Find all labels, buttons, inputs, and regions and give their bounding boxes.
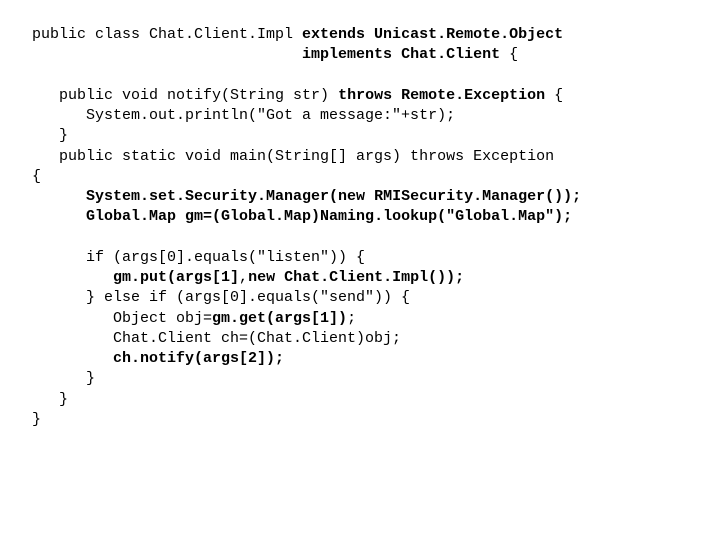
code-line: {	[32, 168, 41, 185]
code-line: }	[32, 411, 41, 428]
code-line: }	[32, 391, 68, 408]
code-line: if (args[0].equals("listen")) {	[32, 249, 365, 266]
code-line: } else if (args[0].equals("send")) {	[32, 289, 410, 306]
code-line: Chat.Client ch=(Chat.Client)obj;	[32, 330, 401, 347]
code-line: }	[32, 370, 95, 387]
code-line: System.set.Security.Manager(new RMISecur…	[32, 188, 581, 205]
code-line: }	[32, 127, 68, 144]
code-line: public static void main(String[] args) t…	[32, 148, 554, 165]
code-line: Global.Map gm=(Global.Map)Naming.lookup(…	[32, 208, 572, 225]
code-line: implements Chat.Client {	[32, 46, 518, 63]
code-line: gm.put(args[1],new Chat.Client.Impl());	[32, 269, 464, 286]
code-block: public class Chat.Client.Impl extends Un…	[0, 0, 720, 455]
code-line: ch.notify(args[2]);	[32, 350, 284, 367]
code-line: Object obj=gm.get(args[1]);	[32, 310, 356, 327]
code-line: System.out.println("Got a message:"+str)…	[32, 107, 455, 124]
code-line: public class Chat.Client.Impl extends Un…	[32, 26, 563, 43]
code-line: public void notify(String str) throws Re…	[32, 87, 563, 104]
